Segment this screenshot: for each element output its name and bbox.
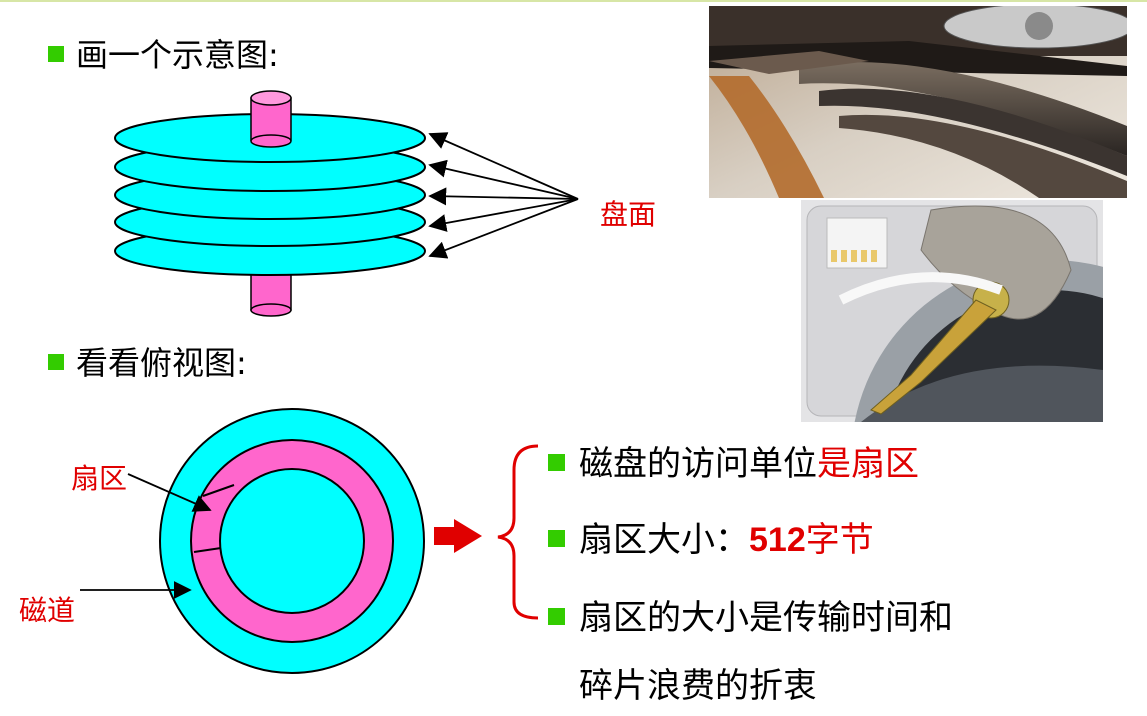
bullet-square-icon	[548, 530, 565, 547]
point-tradeoff-line2: 碎片浪费的折衷	[579, 666, 817, 706]
point-access-unit-text: 磁盘的访问单位	[579, 444, 817, 484]
track-inner	[219, 468, 365, 614]
label-sector: 扇区	[71, 462, 128, 495]
point-sector-size: 扇区大小：512字节	[548, 512, 874, 561]
point-tradeoff-continued: 碎片浪费的折衷	[579, 658, 817, 707]
bullet-square-icon	[548, 454, 565, 471]
point-sector-size-unit: 字节	[805, 520, 874, 560]
left-curly-brace-icon	[497, 444, 539, 620]
bullet-square-icon	[548, 608, 565, 625]
point-access-unit-highlight: 是扇区	[817, 444, 919, 484]
label-track: 磁道	[19, 594, 76, 627]
right-arrow-icon	[434, 519, 482, 553]
point-access-unit: 磁盘的访问单位是扇区	[548, 436, 919, 485]
point-sector-size-text: 扇区大小：	[579, 520, 749, 560]
point-tradeoff: 扇区的大小是传输时间和	[548, 590, 953, 639]
point-tradeoff-line1: 扇区的大小是传输时间和	[579, 598, 953, 638]
point-sector-size-number: 512	[749, 521, 806, 559]
